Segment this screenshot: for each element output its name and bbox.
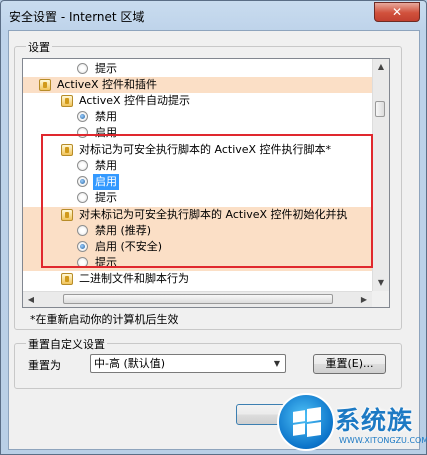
scroll-up-icon[interactable]: ▲	[373, 59, 389, 75]
setting-label: ActiveX 控件和插件	[57, 78, 158, 91]
horizontal-scroll-thumb[interactable]	[63, 294, 333, 304]
reset-button-label: 重置(E)...	[325, 357, 374, 370]
setting-category[interactable]: 对未标记为可安全执行脚本的 ActiveX 控件初始化并执	[23, 207, 372, 223]
scroll-down-icon[interactable]: ▼	[373, 275, 389, 291]
setting-option[interactable]: 启用	[23, 174, 372, 190]
setting-label: 对标记为可安全执行脚本的 ActiveX 控件执行脚本*	[79, 143, 332, 156]
scroll-corner	[372, 291, 389, 307]
vertical-scroll-thumb[interactable]	[375, 101, 385, 117]
setting-category[interactable]: 对标记为可安全执行脚本的 ActiveX 控件执行脚本*	[23, 142, 372, 158]
windows-logo-icon	[277, 393, 335, 451]
scroll-right-icon[interactable]: ▶	[356, 292, 372, 307]
radio-unchecked-icon[interactable]	[77, 160, 88, 171]
setting-option[interactable]: 启用	[23, 125, 372, 141]
radio-unchecked-icon[interactable]	[77, 63, 88, 74]
setting-label: 提示	[95, 191, 117, 204]
setting-option[interactable]: 启用 (不安全)	[23, 239, 372, 255]
setting-option[interactable]: 提示	[23, 255, 372, 271]
settings-legend: 设置	[26, 39, 52, 55]
reset-level-value: 中-高 (默认值)	[94, 357, 166, 370]
radio-checked-icon[interactable]	[77, 176, 88, 187]
radio-checked-icon[interactable]	[77, 111, 88, 122]
radio-unchecked-icon[interactable]	[77, 127, 88, 138]
setting-label: 启用	[95, 126, 117, 139]
close-button[interactable]: ✕	[374, 2, 420, 22]
reset-legend: 重置自定义设置	[26, 336, 107, 352]
chevron-down-icon: ▼	[273, 359, 280, 368]
watermark-url: WWW.XITONGZU.COM	[339, 436, 427, 445]
setting-folder-icon	[61, 209, 73, 221]
setting-folder-icon	[61, 95, 73, 107]
radio-checked-icon[interactable]	[77, 241, 88, 252]
vertical-scrollbar[interactable]: ▲ ▼	[372, 59, 389, 291]
setting-folder-icon	[61, 144, 73, 156]
setting-label: 提示	[95, 256, 117, 269]
setting-label: 启用 (不安全)	[95, 240, 163, 253]
reset-button[interactable]: 重置(E)...	[313, 354, 386, 374]
setting-category[interactable]: ActiveX 控件自动提示	[23, 93, 372, 109]
radio-unchecked-icon[interactable]	[77, 257, 88, 268]
setting-label: 禁用	[95, 110, 117, 123]
setting-option[interactable]: 提示	[23, 61, 372, 77]
setting-category[interactable]: 二进制文件和脚本行为	[23, 271, 372, 287]
setting-label: 对未标记为可安全执行脚本的 ActiveX 控件初始化并执	[79, 208, 348, 221]
scroll-left-icon[interactable]: ◀	[23, 292, 39, 307]
setting-folder-icon	[61, 273, 73, 285]
setting-folder-icon	[39, 79, 51, 91]
close-icon: ✕	[391, 5, 403, 19]
restart-note: *在重新启动你的计算机后生效	[30, 313, 179, 326]
watermark-logo: 系统族 WWW.XITONGZU.COM	[265, 393, 427, 455]
title-bar[interactable]: 安全设置 - Internet 区域 ✕	[1, 1, 426, 29]
setting-option[interactable]: 禁用 (推荐)	[23, 223, 372, 239]
watermark-brand: 系统族	[335, 406, 414, 435]
settings-list[interactable]: 提示 ActiveX 控件和插件 ActiveX 控件自动提示 禁用 启用 对标记为可安全…	[22, 58, 390, 308]
setting-label: ActiveX 控件自动提示	[79, 94, 191, 107]
setting-label: 二进制文件和脚本行为	[79, 272, 189, 285]
reset-to-label: 重置为	[28, 359, 61, 372]
window-title: 安全设置 - Internet 区域	[9, 10, 145, 24]
setting-option[interactable]: 禁用	[23, 158, 372, 174]
setting-label: 禁用 (推荐)	[95, 224, 152, 237]
radio-unchecked-icon[interactable]	[77, 192, 88, 203]
setting-label: 提示	[95, 62, 117, 75]
setting-option[interactable]: 禁用	[23, 109, 372, 125]
setting-label: 启用	[93, 174, 119, 190]
setting-label: 禁用	[95, 159, 117, 172]
setting-category[interactable]: ActiveX 控件和插件	[23, 77, 372, 93]
reset-level-select[interactable]: 中-高 (默认值) ▼	[90, 354, 286, 373]
setting-option[interactable]: 提示	[23, 190, 372, 206]
radio-unchecked-icon[interactable]	[77, 225, 88, 236]
